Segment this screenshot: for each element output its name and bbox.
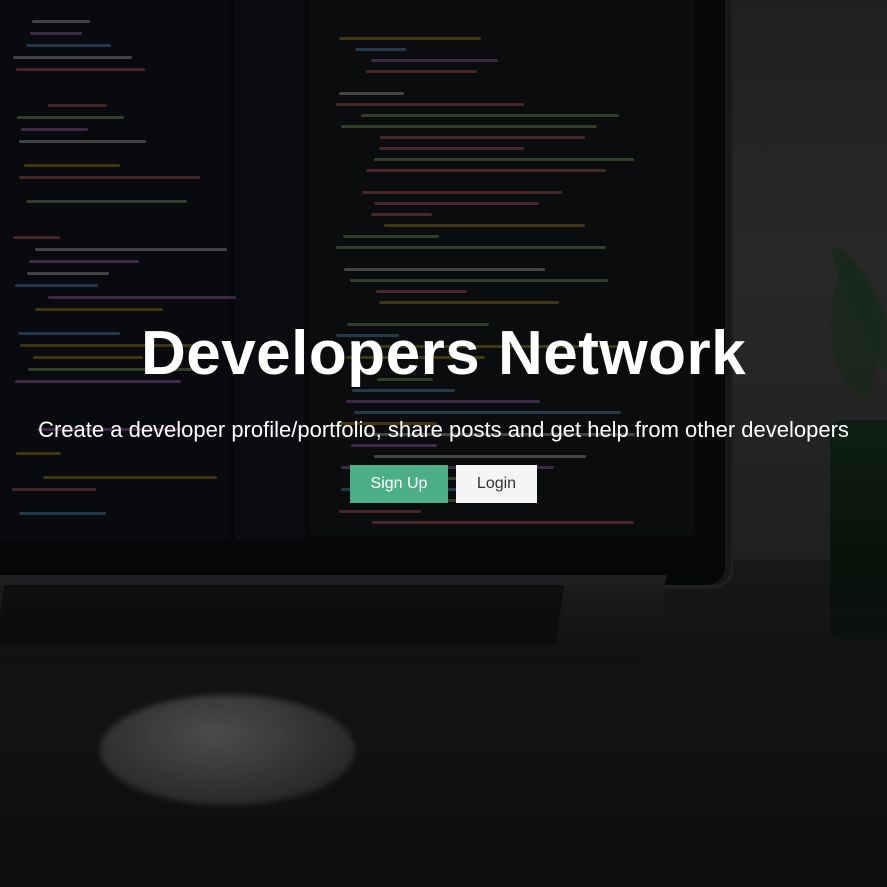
login-button[interactable]: Login — [456, 465, 537, 503]
page-title: Developers Network — [140, 319, 747, 388]
hero-lead: Create a developer profile/portfolio, sh… — [38, 417, 849, 442]
hero-section: Developers Network Create a developer pr… — [0, 0, 887, 887]
signup-button[interactable]: Sign Up — [350, 465, 448, 503]
landing-page: Developers Network Create a developer pr… — [0, 0, 887, 887]
hero-buttons: Sign Up Login — [0, 465, 887, 503]
